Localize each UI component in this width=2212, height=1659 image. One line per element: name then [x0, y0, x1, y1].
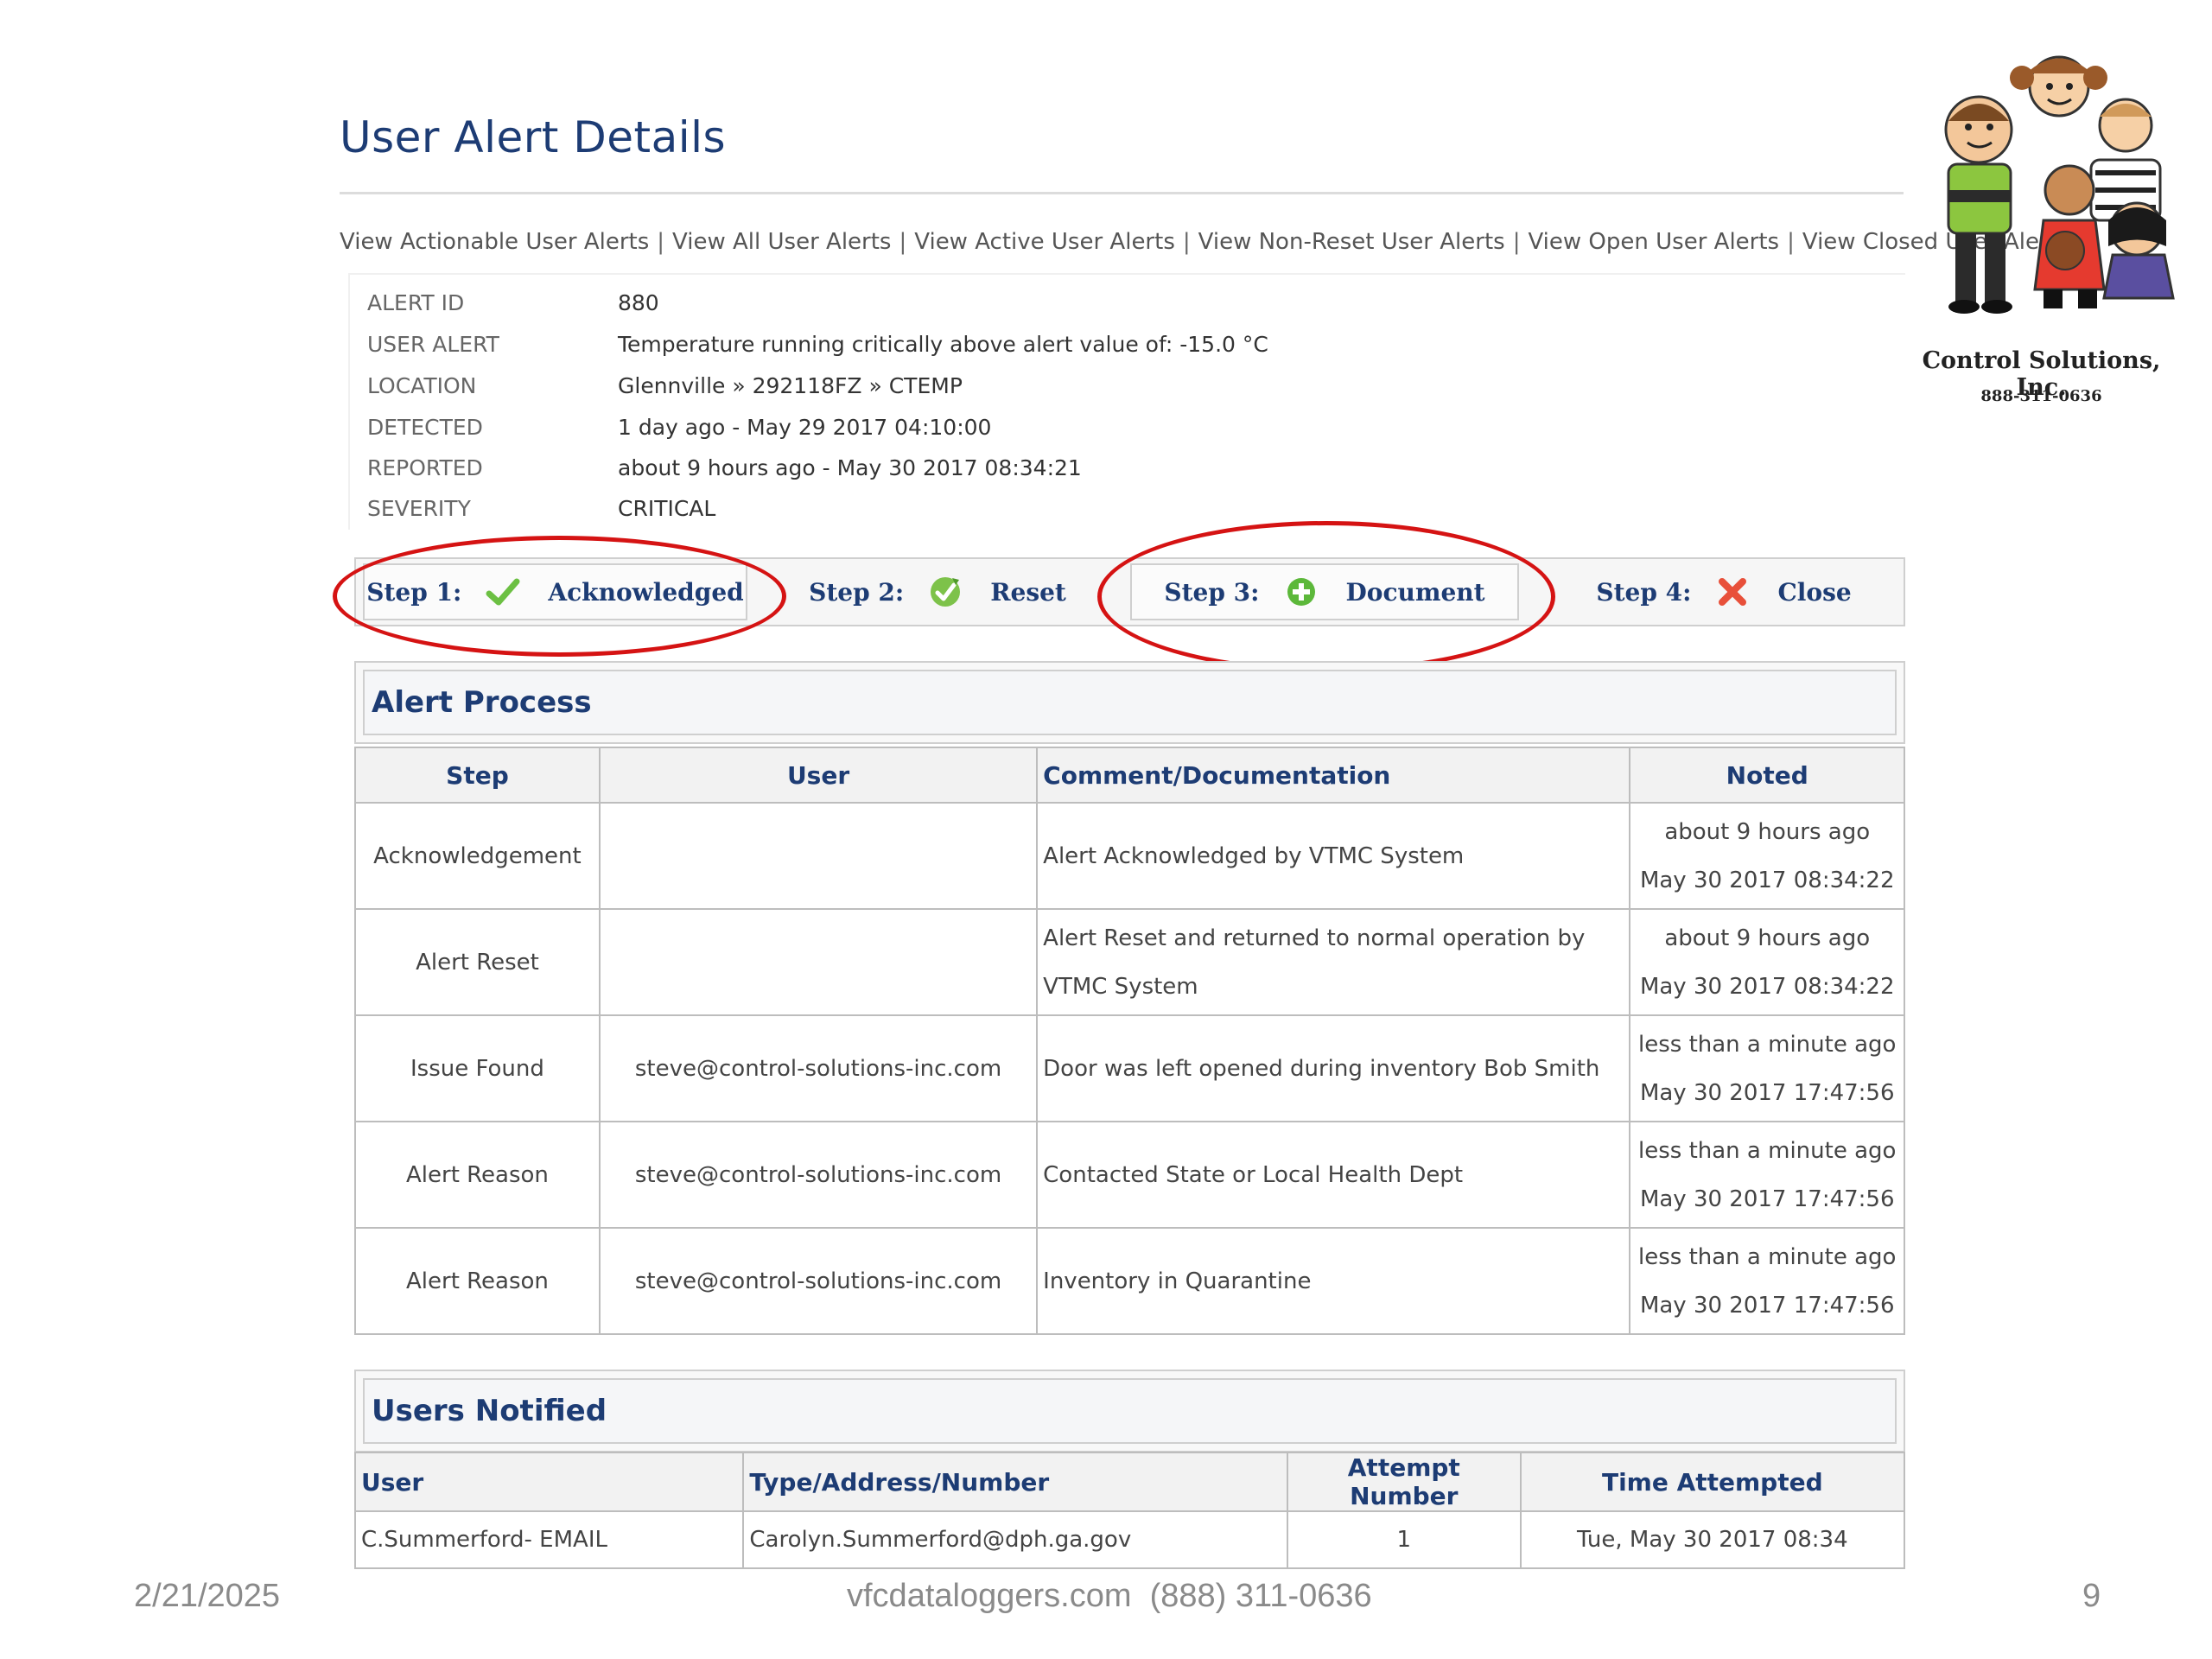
user-cell: steve@control-solutions-inc.com — [598, 1121, 1039, 1229]
nav-separator: | — [1182, 229, 1191, 255]
highlight-ellipse-step-1 — [333, 536, 786, 657]
company-phone: 888-311-0636 — [1980, 387, 2102, 405]
users-notified-header: Users Notified — [354, 1370, 1905, 1452]
noted-cell: about 9 hours ago May 30 2017 08:34:22 — [1629, 908, 1905, 1016]
table-row: Alert Reason steve@control-solutions-inc… — [354, 1227, 1905, 1335]
comment-cell: Alert Reset and returned to normal opera… — [1036, 908, 1631, 1016]
user-alert-label: USER ALERT — [367, 332, 499, 357]
column-header-user: User — [598, 747, 1039, 804]
alert-process-header: Alert Process — [354, 661, 1905, 744]
noted-relative: less than a minute ago — [1638, 1031, 1897, 1058]
page-title: User Alert Details — [340, 112, 727, 162]
noted-relative: less than a minute ago — [1638, 1243, 1897, 1270]
user-cell: steve@control-solutions-inc.com — [598, 1014, 1039, 1122]
step-cell: Issue Found — [354, 1014, 601, 1122]
reported-label: REPORTED — [367, 455, 483, 480]
detected-value: 1 day ago - May 29 2017 04:10:00 — [618, 415, 992, 440]
reset-icon — [928, 575, 963, 609]
column-header-step: Step — [354, 747, 601, 804]
nav-separator: | — [1787, 229, 1795, 255]
user-alert-value: Temperature running critically above ale… — [618, 332, 1268, 357]
noted-date: May 30 2017 08:34:22 — [1639, 973, 1895, 1000]
notified-time-cell: Tue, May 30 2017 08:34 — [1519, 1510, 1906, 1569]
noted-relative: about 9 hours ago — [1664, 818, 1871, 845]
nav-actionable-alerts-link[interactable]: View Actionable User Alerts — [340, 229, 649, 255]
users-notified-title: Users Notified — [363, 1378, 1897, 1444]
highlight-ellipse-step-3 — [1097, 521, 1555, 672]
nav-all-alerts-link[interactable]: View All User Alerts — [672, 229, 891, 255]
step-cell: Alert Reset — [354, 908, 601, 1016]
location-label: LOCATION — [367, 373, 477, 398]
alert-id-label: ALERT ID — [367, 290, 465, 315]
table-row: Alert Reset Alert Reset and returned to … — [354, 908, 1905, 1016]
step-2-number: Step 2: — [809, 577, 905, 607]
table-row: Issue Found steve@control-solutions-inc.… — [354, 1014, 1905, 1122]
alert-details-panel — [348, 273, 1905, 530]
notified-attempt-cell: 1 — [1286, 1510, 1522, 1569]
step-4-close-tab[interactable]: Step 4: Close — [1547, 563, 1901, 620]
alert-process-title: Alert Process — [363, 670, 1897, 735]
step-2-label: Reset — [990, 577, 1066, 607]
noted-date: May 30 2017 17:47:56 — [1639, 1292, 1895, 1319]
step-4-label: Close — [1777, 577, 1852, 607]
nav-active-alerts-link[interactable]: View Active User Alerts — [914, 229, 1175, 255]
notified-address-cell: Carolyn.Summerford@dph.ga.gov — [742, 1510, 1288, 1569]
column-header-attempt: Attempt Number — [1286, 1452, 1522, 1512]
noted-cell: about 9 hours ago May 30 2017 08:34:22 — [1629, 802, 1905, 910]
step-cell: Alert Reason — [354, 1121, 601, 1229]
step-cell: Alert Reason — [354, 1227, 601, 1335]
alert-process-table: Step User Comment/Documentation Noted Ac… — [354, 747, 1905, 1335]
step-cell: Acknowledgement — [354, 802, 601, 910]
users-notified-table: User Type/Address/Number Attempt Number … — [353, 1452, 1906, 1569]
alert-id-value: 880 — [618, 290, 659, 315]
alert-filter-nav: View Actionable User Alerts | View All Use… — [340, 229, 2069, 255]
nav-separator: | — [1512, 229, 1521, 255]
table-row: Acknowledgement Alert Acknowledged by VT… — [354, 802, 1905, 910]
title-divider — [340, 192, 1904, 194]
user-cell — [598, 802, 1039, 910]
noted-cell: less than a minute ago May 30 2017 17:47:… — [1629, 1121, 1905, 1229]
noted-cell: less than a minute ago May 30 2017 17:47:… — [1629, 1227, 1905, 1335]
location-value: Glennville » 292118FZ » CTEMP — [618, 373, 963, 398]
column-header-noted: Noted — [1629, 747, 1905, 804]
reported-value: about 9 hours ago - May 30 2017 08:34:21 — [618, 455, 1082, 480]
column-header-time: Time Attempted — [1519, 1452, 1906, 1512]
comment-cell: Contacted State or Local Health Dept — [1036, 1121, 1631, 1229]
company-logo-art — [1914, 39, 2182, 324]
noted-relative: about 9 hours ago — [1664, 925, 1871, 951]
step-4-number: Step 4: — [1596, 577, 1692, 607]
comment-cell: Inventory in Quarantine — [1036, 1227, 1631, 1335]
detected-label: DETECTED — [367, 415, 483, 440]
noted-date: May 30 2017 17:47:56 — [1639, 1079, 1895, 1106]
table-header-row: User Type/Address/Number Attempt Number … — [353, 1452, 1906, 1512]
comment-cell: Alert Acknowledged by VTMC System — [1036, 802, 1631, 910]
noted-relative: less than a minute ago — [1638, 1137, 1897, 1164]
notified-user-cell: C.Summerford- EMAIL — [353, 1510, 745, 1569]
column-header-address: Type/Address/Number — [742, 1452, 1288, 1512]
column-header-user: User — [353, 1452, 745, 1512]
nav-separator: | — [899, 229, 907, 255]
user-cell — [598, 908, 1039, 1016]
severity-label: SEVERITY — [367, 496, 471, 521]
table-row: C.Summerford- EMAIL Carolyn.Summerford@d… — [353, 1510, 1906, 1569]
table-row: Alert Reason steve@control-solutions-inc… — [354, 1121, 1905, 1229]
step-2-reset-tab[interactable]: Step 2: Reset — [765, 563, 1110, 620]
nav-open-alerts-link[interactable]: View Open User Alerts — [1528, 229, 1779, 255]
noted-date: May 30 2017 17:47:56 — [1639, 1185, 1895, 1212]
close-x-icon — [1715, 575, 1750, 609]
footer-website-phone: vfcdataloggers.com (888) 311-0636 — [847, 1578, 1372, 1614]
footer-date: 2/21/2025 — [134, 1578, 281, 1614]
footer-page-number: 9 — [2082, 1578, 2101, 1614]
comment-cell: Door was left opened during inventory Bo… — [1036, 1014, 1631, 1122]
column-header-comment: Comment/Documentation — [1036, 747, 1631, 804]
user-cell: steve@control-solutions-inc.com — [598, 1227, 1039, 1335]
noted-cell: less than a minute ago May 30 2017 17:47:… — [1629, 1014, 1905, 1122]
table-header-row: Step User Comment/Documentation Noted — [354, 747, 1905, 804]
noted-date: May 30 2017 08:34:22 — [1639, 867, 1895, 893]
severity-value: CRITICAL — [618, 496, 716, 521]
nav-non-reset-alerts-link[interactable]: View Non-Reset User Alerts — [1198, 229, 1505, 255]
nav-separator: | — [657, 229, 665, 255]
